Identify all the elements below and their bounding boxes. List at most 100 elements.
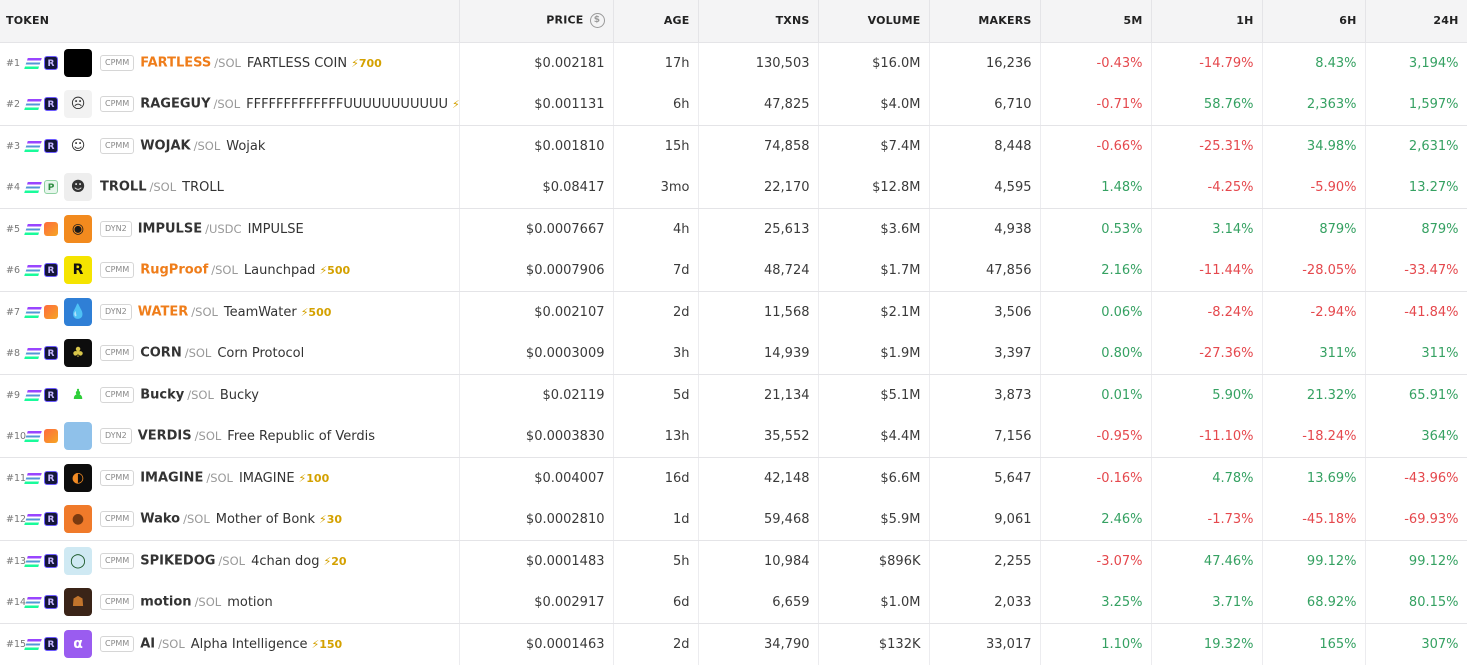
table-row[interactable]: #3 R ☺ CPMM WOJAK/SOL Wojak $0.001810 15h 74,858… xyxy=(0,125,1467,167)
col-header-volume[interactable]: VOLUME xyxy=(818,0,930,43)
token-cell[interactable]: #10 DYN2 VERDIS/SOL Free Republic of Verdis xyxy=(0,415,460,458)
volume-cell: $1.7M xyxy=(818,249,930,292)
pair-quote: /SOL xyxy=(184,346,212,360)
age-cell: 2d xyxy=(613,623,699,665)
col-header-txns[interactable]: TXNS xyxy=(698,0,819,43)
age-cell: 5h xyxy=(613,540,699,582)
change-6h-cell: 13.69% xyxy=(1262,457,1366,499)
rank: #10 xyxy=(6,430,27,442)
col-header-24h[interactable]: 24H xyxy=(1365,0,1467,43)
token-cell[interactable]: #12 R ● CPMM Wako/SOL Mother of Bonk ⚡30 xyxy=(0,498,460,541)
pool-type-tag: CPMM xyxy=(100,511,135,527)
table-row[interactable]: #15 Rα CPMM AI/SOL Alpha Intelligence ⚡150 $0.… xyxy=(0,623,1467,665)
change-1h-cell: -25.31% xyxy=(1151,125,1263,167)
boost-badge: ⚡20 xyxy=(323,554,347,568)
change-24h-cell: 1,597% xyxy=(1365,83,1467,126)
token-cell[interactable]: #14 R ☗ CPMM motion/SOL motion xyxy=(0,581,460,624)
change-24h-cell: 879% xyxy=(1365,208,1467,250)
price-cell: $0.001131 xyxy=(459,83,614,126)
rank: #15 xyxy=(6,638,27,650)
token-cell[interactable]: #13 R ◯ CPMM SPIKEDOG/SOL 4chan dog ⚡20 xyxy=(0,540,460,582)
token-cell[interactable]: #7 💧 DYN2 WATER/SOL TeamWater ⚡500 xyxy=(0,291,460,333)
solana-chain-icon xyxy=(24,638,42,650)
table-row[interactable]: #11 R ◐ CPMM IMAGINE/SOL IMAGINE ⚡100 $0.004007… xyxy=(0,457,1467,499)
token-name: Corn Protocol xyxy=(217,345,305,361)
solana-chain-icon xyxy=(24,596,42,608)
meteora-icon xyxy=(44,222,58,236)
table-row[interactable]: #10 DYN2 VERDIS/SOL Free Republic of Verdis… xyxy=(0,415,1467,458)
pool-type-tag: CPMM xyxy=(100,594,135,610)
token-cell[interactable]: #4 P ☻ TROLL/SOL TROLL xyxy=(0,166,460,209)
token-cell[interactable]: #9 R ♟ CPMM Bucky/SOL Bucky xyxy=(0,374,460,416)
change-6h-cell: 68.92% xyxy=(1262,581,1366,624)
rank: #5 xyxy=(6,223,21,235)
token-cell[interactable]: #2 R ☹ CPMM RAGEGUY/SOL FFFFFFFFFFFFFUUUUUUUU… xyxy=(0,83,460,126)
solana-chain-icon xyxy=(24,306,42,318)
price-cell: $0.0001463 xyxy=(459,623,614,665)
pair-quote: /SOL xyxy=(213,97,241,111)
token-cell[interactable]: #8 R ♣ CPMM CORN/SOL Corn Protocol xyxy=(0,332,460,375)
change-5m-cell: 2.46% xyxy=(1040,498,1152,541)
change-24h-cell: 2,631% xyxy=(1365,125,1467,167)
pair-quote: /SOL xyxy=(214,56,241,70)
table-row[interactable]: #7 💧 DYN2 WATER/SOL TeamWater ⚡500 $0.002107 2d… xyxy=(0,291,1467,333)
makers-cell: 3,873 xyxy=(929,374,1041,416)
alpha-logo: α xyxy=(64,630,92,658)
boost-badge: ⚡500 xyxy=(319,263,351,277)
change-24h-cell: 307% xyxy=(1365,623,1467,665)
col-header-token[interactable]: TOKEN xyxy=(0,0,460,43)
token-cell[interactable]: #5 ◉ DYN2 IMPULSE/USDC IMPULSE xyxy=(0,208,460,250)
token-cell[interactable]: #15 Rα CPMM AI/SOL Alpha Intelligence ⚡150 xyxy=(0,623,460,665)
rageguy-logo: ☹ xyxy=(64,90,92,118)
table-row[interactable]: #9 R ♟ CPMM Bucky/SOL Bucky $0.02119 5d 21,134 $5… xyxy=(0,374,1467,416)
txns-cell: 130,503 xyxy=(698,42,819,84)
raydium-icon: R xyxy=(44,554,58,568)
token-symbol: Wako xyxy=(140,511,181,527)
col-header-6h[interactable]: 6H xyxy=(1262,0,1366,43)
price-cell: $0.0002810 xyxy=(459,498,614,541)
pair-quote: /SOL xyxy=(194,429,222,443)
change-5m-cell: -0.43% xyxy=(1040,42,1152,84)
token-cell[interactable]: #1 R CPMM FARTLESS/SOL FARTLESS COIN ⚡700 xyxy=(0,42,460,84)
change-6h-cell: 99.12% xyxy=(1262,540,1366,582)
txns-cell: 59,468 xyxy=(698,498,819,541)
table-row[interactable]: #6 R R CPMM RugProof/SOL Launchpad ⚡500 $0.0007… xyxy=(0,249,1467,292)
table-row[interactable]: #5 ◉ DYN2 IMPULSE/USDC IMPULSE $0.0007667 4h 25… xyxy=(0,208,1467,250)
spikedog-logo: ◯ xyxy=(64,547,92,575)
col-header-1h[interactable]: 1H xyxy=(1151,0,1263,43)
token-cell[interactable]: #3 R ☺ CPMM WOJAK/SOL Wojak xyxy=(0,125,460,167)
makers-cell: 3,397 xyxy=(929,332,1041,375)
change-6h-cell: -5.90% xyxy=(1262,166,1366,209)
change-1h-cell: -27.36% xyxy=(1151,332,1263,375)
change-24h-cell: -33.47% xyxy=(1365,249,1467,292)
change-6h-cell: 2,363% xyxy=(1262,83,1366,126)
table-row[interactable]: #4 P ☻ TROLL/SOL TROLL $0.08417 3mo 22,170 $12.8… xyxy=(0,166,1467,209)
boost-badge: ⚡30 xyxy=(452,97,459,111)
volume-cell: $4.4M xyxy=(818,415,930,458)
token-symbol: TROLL xyxy=(100,179,147,195)
table-row[interactable]: #1 R CPMM FARTLESS/SOL FARTLESS COIN ⚡700 $0.0… xyxy=(0,42,1467,84)
col-header-makers[interactable]: MAKERS xyxy=(929,0,1041,43)
table-row[interactable]: #2 R ☹ CPMM RAGEGUY/SOL FFFFFFFFFFFFFUUUUUUUU… xyxy=(0,83,1467,126)
volume-cell: $896K xyxy=(818,540,930,582)
table-row[interactable]: #12 R ● CPMM Wako/SOL Mother of Bonk ⚡30 $0.000… xyxy=(0,498,1467,541)
pool-type-tag: DYN2 xyxy=(100,428,132,444)
rank: #6 xyxy=(6,264,21,276)
token-cell[interactable]: #6 R R CPMM RugProof/SOL Launchpad ⚡500 xyxy=(0,249,460,292)
change-1h-cell: 5.90% xyxy=(1151,374,1263,416)
token-symbol: RugProof xyxy=(140,262,209,278)
table-row[interactable]: #8 R ♣ CPMM CORN/SOL Corn Protocol $0.0003009 3… xyxy=(0,332,1467,375)
pool-type-tag: CPMM xyxy=(100,470,135,486)
raydium-icon: R xyxy=(44,512,58,526)
token-cell[interactable]: #11 R ◐ CPMM IMAGINE/SOL IMAGINE ⚡100 xyxy=(0,457,460,499)
rank: #4 xyxy=(6,181,21,193)
col-header-5m[interactable]: 5M xyxy=(1040,0,1152,43)
troll-logo: ☻ xyxy=(64,173,92,201)
col-header-price[interactable]: PRICE $ xyxy=(459,0,614,43)
col-header-age[interactable]: AGE xyxy=(613,0,699,43)
table-row[interactable]: #13 R ◯ CPMM SPIKEDOG/SOL 4chan dog ⚡20 $0.0001… xyxy=(0,540,1467,582)
raydium-icon: R xyxy=(44,97,58,111)
table-row[interactable]: #14 R ☗ CPMM motion/SOL motion $0.002917 6d 6,65… xyxy=(0,581,1467,624)
usd-toggle-icon[interactable]: $ xyxy=(589,13,605,29)
rank: #14 xyxy=(6,596,27,608)
